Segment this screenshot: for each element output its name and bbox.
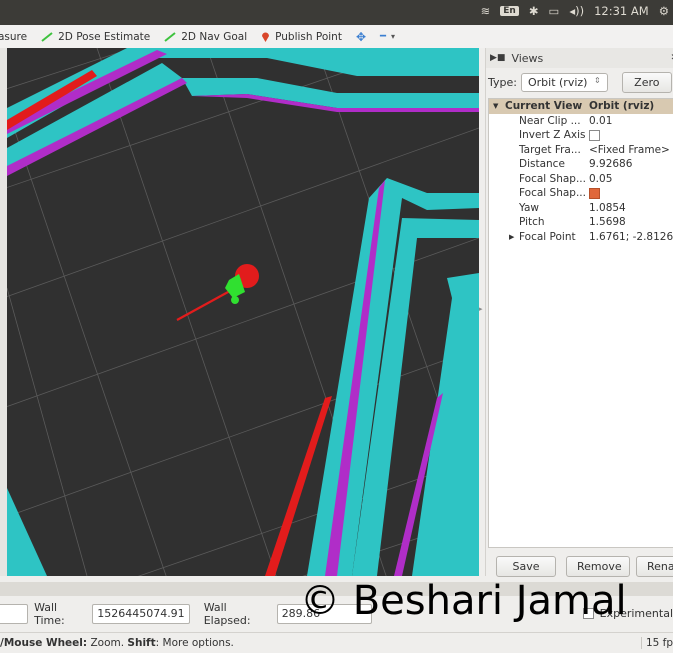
wall-time-field[interactable]: 1526445074.91 [92, 603, 190, 624]
publish-point-label: Publish Point [275, 30, 342, 43]
property-value[interactable]: 0.05 [589, 173, 673, 185]
left-dock-edge [0, 48, 7, 576]
property-name: Pitch [519, 216, 545, 229]
fps-counter: 15 fp [640, 637, 673, 649]
expand-triangle-icon[interactable]: ▼ [493, 102, 498, 110]
view-type-select[interactable]: Orbit (rviz) ⇕ [520, 73, 608, 92]
focal-shape-checkbox[interactable] [589, 187, 600, 199]
map-pin-icon [262, 32, 270, 42]
property-row[interactable]: ▶ Focal Point 1.6761; -2.8126; ... [489, 230, 673, 245]
views-panel-buttons: Save Remove Rename [496, 556, 673, 577]
status-hint: /Mouse Wheel: Zoom. Shift: More options. [0, 637, 234, 649]
settings-gear-icon[interactable]: ⚙ [659, 4, 669, 18]
view-type-row: Type: Orbit (rviz) ⇕ Zero [486, 68, 673, 93]
collapse-arrow-icon[interactable]: ▸ [479, 305, 483, 313]
spinner-arrows-icon: ⇕ [593, 76, 601, 85]
hint-key-shift: Shift [127, 637, 156, 649]
nav-goal-label: 2D Nav Goal [181, 30, 248, 43]
volume-icon[interactable]: ◂)) [569, 4, 584, 18]
property-name: Focal Shap... [519, 187, 586, 200]
map-walls [7, 48, 479, 576]
wall-time-label: Wall Time: [34, 600, 65, 627]
invert-z-checkbox[interactable] [589, 129, 600, 141]
hint-text-zoom: Zoom. [87, 637, 128, 649]
property-value[interactable]: 0.01 [589, 115, 673, 127]
hint-key-wheel: /Mouse Wheel: [0, 637, 88, 649]
property-value: Orbit (rviz) [589, 100, 655, 113]
property-value[interactable]: 1.6761; -2.8126; ... [589, 231, 673, 243]
minus-icon: ━ [380, 31, 387, 42]
property-row[interactable]: Focal Shap... [489, 186, 673, 201]
wall-elapsed-label: Wall Elapsed: [203, 600, 251, 627]
property-value[interactable]: 1.0854 [589, 202, 673, 214]
rviz-toolbar: asure 2D Pose Estimate 2D Nav Goal Publi… [0, 25, 673, 49]
property-name: Yaw [519, 201, 539, 214]
property-name: Focal Shap... [519, 172, 586, 185]
property-name: Invert Z Axis [519, 129, 586, 142]
keyboard-layout-indicator[interactable]: En [500, 6, 519, 16]
remove-button[interactable]: Remove [566, 556, 630, 577]
wifi-icon[interactable]: ≋ [481, 4, 491, 18]
current-view-row[interactable]: ▼ Current View Orbit (rviz) [489, 99, 673, 114]
green-arrow-icon [41, 31, 53, 42]
expand-triangle-icon[interactable]: ▶ [509, 233, 514, 241]
views-panel: ▶■ Views ✕ Type: Orbit (rviz) ⇕ Zero ▼ C… [485, 48, 673, 577]
pose-estimate-label: 2D Pose Estimate [58, 30, 151, 43]
property-name: Focal Point [519, 230, 576, 243]
property-name: Target Fra... [519, 143, 581, 156]
plus-icon: ✥ [355, 29, 367, 44]
type-label: Type: [488, 76, 517, 89]
property-row[interactable]: Yaw 1.0854 [489, 201, 673, 216]
dropdown-arrow-icon: ▾ [391, 32, 396, 41]
hint-text-options: : More options. [155, 637, 234, 649]
save-button[interactable]: Save [496, 556, 556, 577]
views-panel-title: Views [511, 51, 544, 65]
property-name: Current View [505, 100, 583, 113]
3d-render-viewport[interactable] [7, 48, 479, 576]
add-tool-button[interactable]: ✥ [356, 30, 366, 44]
property-row[interactable]: Near Clip ... 0.01 [489, 114, 673, 129]
property-row[interactable]: Distance 9.92686 [489, 157, 673, 172]
system-tray: ≋ En ✱ ▭ ◂)) 12:31 AM ⚙ [481, 4, 669, 18]
property-name: Near Clip ... [519, 114, 581, 127]
watermark-text: © Beshari Jamal [300, 578, 627, 624]
status-bar: /Mouse Wheel: Zoom. Shift: More options.… [0, 632, 673, 653]
map-render [7, 48, 479, 576]
property-row[interactable]: Target Fra... <Fixed Frame> [489, 143, 673, 158]
property-name: Distance [519, 158, 565, 171]
rename-button[interactable]: Rename [636, 556, 673, 577]
property-value[interactable]: 1.5698 [589, 216, 673, 228]
measure-tool-label: asure [0, 30, 28, 43]
publish-point-tool[interactable]: Publish Point [261, 31, 342, 43]
bluetooth-icon[interactable]: ✱ [529, 4, 539, 18]
property-value[interactable]: <Fixed Frame> [589, 144, 673, 156]
view-type-value: Orbit (rviz) [527, 76, 588, 89]
property-row[interactable]: Pitch 1.5698 [489, 215, 673, 230]
system-top-bar: ≋ En ✱ ▭ ◂)) 12:31 AM ⚙ [0, 0, 673, 25]
property-row[interactable]: Invert Z Axis [489, 128, 673, 143]
ros-elapsed-field[interactable] [0, 603, 29, 624]
zero-button[interactable]: Zero [621, 72, 672, 93]
green-arrow-icon [164, 31, 176, 42]
views-panel-title-bar: ▶■ Views ✕ [486, 48, 673, 68]
property-row[interactable]: Focal Shap... 0.05 [489, 172, 673, 187]
camera-icon: ▶■ [490, 53, 506, 63]
pose-estimate-tool[interactable]: 2D Pose Estimate [41, 31, 150, 43]
nav-goal-tool[interactable]: 2D Nav Goal [164, 31, 247, 43]
clock[interactable]: 12:31 AM [594, 4, 649, 18]
measure-tool[interactable]: asure [0, 31, 27, 43]
remove-tool-button[interactable]: ━ ▾ [380, 31, 395, 42]
view-properties-tree: ▼ Current View Orbit (rviz) Near Clip ..… [488, 98, 673, 548]
property-value[interactable]: 9.92686 [589, 158, 673, 170]
battery-icon[interactable]: ▭ [548, 4, 559, 18]
